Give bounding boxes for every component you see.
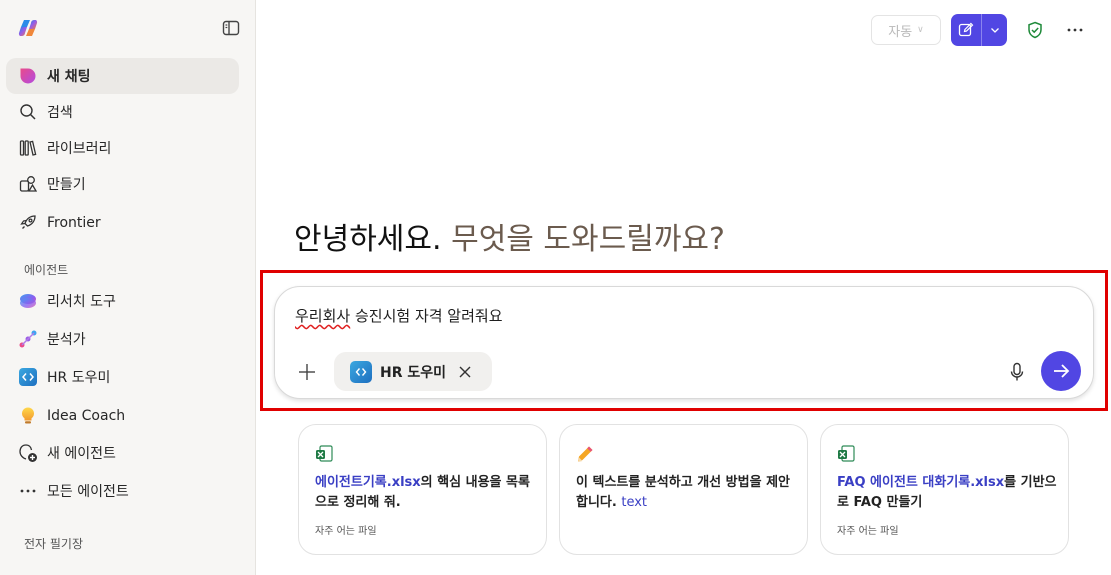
excel-file-icon [316, 445, 333, 462]
agent-analyst[interactable]: 분석가 [6, 321, 239, 357]
copilot-logo-icon[interactable] [18, 18, 38, 38]
agent-label: Idea Coach [47, 408, 126, 424]
notebooks-section-title: 전자 필기장 [24, 537, 84, 551]
suggestion-text: 에이전트기록.xlsx의 핵심 내용을 목록으로 정리해 줘. [315, 473, 537, 513]
prompt-input[interactable]: 우리회사 승진시험 자격 알려줘요 [295, 305, 503, 326]
close-icon [459, 366, 471, 377]
rocket-icon [18, 213, 38, 233]
file-link[interactable]: 에이전트기록.xlsx [315, 475, 421, 490]
new-conversation-split-button [951, 14, 1007, 46]
agent-label: 분석가 [47, 332, 86, 348]
nav-frontier[interactable]: Frontier [6, 205, 239, 241]
greeting-title: 안녕하세요. 무엇을 도와드릴까요? [294, 214, 725, 258]
chat-composer[interactable]: 우리회사 승진시험 자격 알려줘요 HR 도우미 [274, 286, 1094, 399]
top-actions: 자동 ∨ [871, 14, 1091, 46]
search-icon [18, 102, 38, 122]
nav-search[interactable]: 검색 [6, 94, 239, 130]
remove-agent-button[interactable] [456, 363, 474, 381]
library-icon [18, 138, 38, 158]
suggestion-card[interactable]: 에이전트기록.xlsx의 핵심 내용을 목록으로 정리해 줘. 자주 어는 파일 [298, 424, 547, 555]
plus-icon [299, 364, 315, 380]
suggestion-accent: text [621, 495, 648, 510]
prompt-text: 승진시험 자격 알려줘요 [350, 307, 503, 325]
agent-all-agents[interactable]: 모든 에이전트 [6, 473, 239, 509]
chevron-down-icon [990, 28, 999, 33]
pencil-icon [578, 446, 593, 462]
nav-label: 검색 [47, 105, 73, 121]
security-button[interactable] [1019, 14, 1051, 46]
agent-label: 새 에이전트 [47, 446, 116, 462]
arrow-right-icon [1054, 364, 1070, 378]
agent-label: 리서치 도구 [47, 294, 116, 310]
compose-icon [958, 22, 974, 37]
suggestion-card[interactable]: 이 텍스트를 분석하고 개선 방법을 제안합니다. text [559, 424, 808, 555]
suggestion-body: 이 텍스트를 분석하고 개선 방법을 제안합니다. [576, 475, 790, 510]
hr-helper-icon [350, 360, 372, 383]
agent-new-agent[interactable]: 새 에이전트 [6, 435, 239, 471]
shield-check-icon [1028, 21, 1042, 39]
file-link[interactable]: FAQ 에이전트 대화기록.xlsx [837, 475, 1004, 490]
lightbulb-icon [18, 406, 38, 426]
mode-selector[interactable]: 자동 ∨ [871, 15, 941, 45]
mode-label: 자동 [888, 24, 913, 40]
agents-section-title: 에이전트 [24, 263, 69, 277]
suggestion-source: 자주 어는 파일 [315, 526, 377, 537]
greeting-hello: 안녕하세요. [294, 222, 442, 257]
microphone-icon [1010, 362, 1024, 381]
sidebar-collapse-icon[interactable] [222, 19, 240, 37]
suggestion-card[interactable]: FAQ 에이전트 대화기록.xlsx를 기반으로 FAQ 만들기 자주 어는 파… [820, 424, 1069, 555]
nav-label: 만들기 [47, 177, 86, 193]
suggestion-text: 이 텍스트를 분석하고 개선 방법을 제안합니다. text [576, 473, 798, 513]
agent-chip-label: HR 도우미 [380, 364, 447, 381]
new-agent-icon [18, 443, 38, 463]
agent-hr-helper[interactable]: HR 도우미 [6, 359, 239, 395]
sidebar-header [0, 0, 256, 56]
create-icon [18, 174, 38, 194]
nav-label: 새 채팅 [47, 69, 91, 85]
suggestion-text: FAQ 에이전트 대화기록.xlsx를 기반으로 FAQ 만들기 [837, 473, 1059, 513]
excel-file-icon [838, 445, 855, 462]
agent-label: HR 도우미 [47, 370, 111, 386]
research-tool-icon [18, 291, 38, 311]
new-chat-icon [18, 66, 38, 86]
hr-helper-icon [18, 367, 38, 387]
more-horizontal-icon [18, 481, 38, 501]
more-options-icon [1067, 28, 1083, 32]
main-area: 자동 ∨ 안녕하세요. 무엇을 도와드릴까요? 우리회사 승진시험 자격 알려줘… [257, 0, 1111, 575]
send-button[interactable] [1041, 351, 1081, 391]
add-attachment-button[interactable] [295, 360, 319, 384]
suggestion-source: 자주 어는 파일 [837, 526, 899, 537]
nav-library[interactable]: 라이브러리 [6, 130, 239, 166]
chevron-down-icon: ∨ [917, 25, 924, 35]
nav-create[interactable]: 만들기 [6, 166, 239, 202]
nav-label: Frontier [47, 215, 101, 231]
sidebar: 새 채팅 검색 라이브러리 만들기 Frontier 에이전트 리서치 도구 분… [0, 0, 256, 575]
analyst-icon [18, 329, 38, 349]
misspelled-word: 우리회사 [295, 307, 351, 325]
agent-label: 모든 에이전트 [47, 484, 129, 500]
agent-idea-coach[interactable]: Idea Coach [6, 398, 239, 434]
compose-button[interactable] [951, 14, 982, 46]
agent-research-tool[interactable]: 리서치 도구 [6, 283, 239, 319]
microphone-button[interactable] [1005, 359, 1029, 385]
nav-new-chat[interactable]: 새 채팅 [6, 58, 239, 94]
greeting-question: 무엇을 도와드릴까요? [451, 222, 725, 257]
more-options-button[interactable] [1059, 14, 1091, 46]
compose-dropdown-button[interactable] [982, 14, 1007, 46]
agent-chip[interactable]: HR 도우미 [334, 352, 492, 391]
nav-label: 라이브러리 [47, 141, 112, 157]
